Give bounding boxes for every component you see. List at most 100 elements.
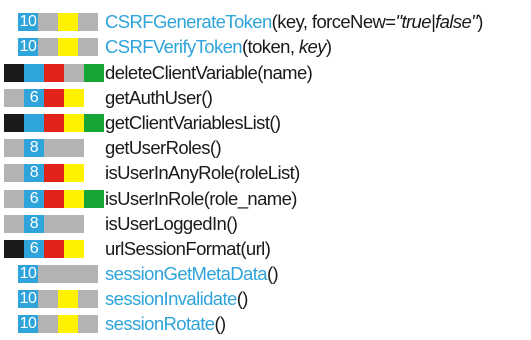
swatch-gray: [64, 63, 84, 82]
function-label: getUserRoles(): [105, 137, 222, 159]
swatch-gray: [38, 13, 58, 32]
function-label: sessionRotate(): [105, 313, 226, 335]
list-item: 10 CSRFVerifyToken(token, key): [0, 34, 531, 59]
swatch-gray: [78, 290, 98, 309]
function-label: getAuthUser(): [105, 86, 213, 109]
swatch-yellow: [58, 315, 78, 334]
swatch-gray: [4, 139, 24, 158]
swatch-gray: [4, 164, 24, 183]
version-badge: 8: [24, 139, 44, 158]
swatch-blue: [24, 113, 44, 132]
list-item: 8 isUserLoggedIn(): [0, 211, 531, 236]
swatch-green: [84, 189, 104, 208]
list-item-clipped: [0, 0, 531, 9]
function-label: sessionInvalidate(): [105, 288, 248, 310]
function-name[interactable]: getUserRoles: [105, 137, 210, 158]
version-badge: 10: [18, 290, 38, 309]
function-args: (): [201, 86, 213, 108]
swatch-red: [44, 239, 64, 258]
function-args: (url): [240, 237, 271, 259]
swatch-yellow: [64, 113, 84, 132]
function-args: (token,: [242, 36, 299, 58]
swatch-gray: [4, 214, 24, 233]
version-badge: 8: [24, 164, 44, 183]
function-name[interactable]: CSRFVerifyToken: [105, 36, 243, 57]
swatch-gray: [44, 139, 64, 158]
function-name[interactable]: CSRFGenerateToken: [105, 11, 272, 32]
version-badge: 10: [18, 38, 38, 57]
version-badge: 6: [24, 88, 44, 107]
function-args-end: ): [325, 36, 332, 58]
version-badge: 6: [24, 189, 44, 208]
function-name[interactable]: isUserLoggedIn: [105, 213, 227, 234]
function-name[interactable]: isUserInRole: [105, 188, 204, 209]
swatch-black: [4, 239, 24, 258]
function-args-italic: key: [298, 36, 327, 58]
function-name[interactable]: getAuthUser: [105, 87, 202, 108]
swatch-gray: [38, 38, 58, 57]
function-args: (): [214, 313, 226, 335]
swatch-gray: [4, 189, 24, 208]
swatch-red: [44, 63, 64, 82]
function-label: CSRFVerifyToken(token, key): [105, 36, 332, 58]
list-item: 6 isUserInRole(role_name): [0, 186, 531, 211]
list-item: 10 sessionGetMetaData(): [0, 261, 531, 286]
list-item: 8 isUserInAnyRole(roleList): [0, 160, 531, 185]
function-label: CSRFGenerateToken(key, forceNew="true|fa…: [105, 11, 483, 33]
version-badge: 10: [18, 265, 38, 284]
function-args-italic: "true|false": [395, 11, 478, 33]
list-item: 8 getUserRoles(): [0, 135, 531, 160]
swatch-gray: [38, 265, 58, 284]
swatch-gray: [78, 315, 98, 334]
function-args: (key, forceNew=: [271, 11, 396, 33]
swatch-gray: [64, 139, 84, 158]
function-name[interactable]: deleteClientVariable: [105, 62, 258, 83]
function-args: (roleList): [233, 162, 301, 184]
list-item: 10 sessionRotate(): [0, 311, 531, 336]
function-label: isUserLoggedIn(): [105, 212, 238, 235]
swatch-black: [4, 113, 24, 132]
function-name[interactable]: sessionGetMetaData: [105, 263, 268, 284]
version-badge: 6: [24, 239, 44, 258]
function-args: (): [266, 263, 279, 285]
swatch-yellow: [64, 239, 84, 258]
function-args-end: ): [477, 11, 483, 33]
function-name[interactable]: isUserInAnyRole: [105, 162, 234, 183]
swatch-gray: [38, 290, 58, 309]
function-name[interactable]: sessionInvalidate: [105, 288, 237, 309]
swatch-gray: [78, 38, 98, 57]
function-args: (): [269, 111, 281, 133]
function-label: isUserInAnyRole(roleList): [105, 162, 300, 184]
version-badge: 8: [24, 214, 44, 233]
swatch-red: [44, 164, 64, 183]
function-args: (name): [257, 61, 313, 83]
function-name[interactable]: urlSessionFormat: [105, 238, 241, 259]
list-item: deleteClientVariable(name): [0, 60, 531, 85]
swatch-yellow: [64, 189, 84, 208]
function-args: (): [226, 212, 238, 234]
function-name[interactable]: sessionRotate: [105, 313, 215, 334]
function-args: (): [209, 137, 222, 159]
swatch-gray: [4, 88, 24, 107]
function-label: deleteClientVariable(name): [105, 61, 313, 84]
list-item: 6 getAuthUser(): [0, 85, 531, 110]
list-item: 10 sessionInvalidate(): [0, 286, 531, 311]
list-item: getClientVariablesList(): [0, 110, 531, 135]
swatch-yellow: [58, 38, 78, 57]
swatch-gray: [78, 13, 98, 32]
swatch-red: [44, 189, 64, 208]
list-item: 10 CSRFGenerateToken(key, forceNew="true…: [0, 9, 531, 34]
swatch-black: [4, 63, 24, 82]
list-item: 6 urlSessionFormat(url): [0, 236, 531, 261]
swatch-yellow: [58, 290, 78, 309]
function-args: (role_name): [203, 187, 298, 209]
swatch-gray: [44, 214, 64, 233]
function-name[interactable]: getClientVariablesList: [105, 112, 270, 133]
function-args: (): [236, 288, 249, 310]
function-label: isUserInRole(role_name): [105, 188, 297, 210]
swatch-red: [44, 88, 64, 107]
swatch-yellow: [64, 88, 84, 107]
function-label: sessionGetMetaData(): [105, 263, 279, 285]
swatch-yellow: [64, 164, 84, 183]
swatch-yellow: [58, 13, 78, 32]
